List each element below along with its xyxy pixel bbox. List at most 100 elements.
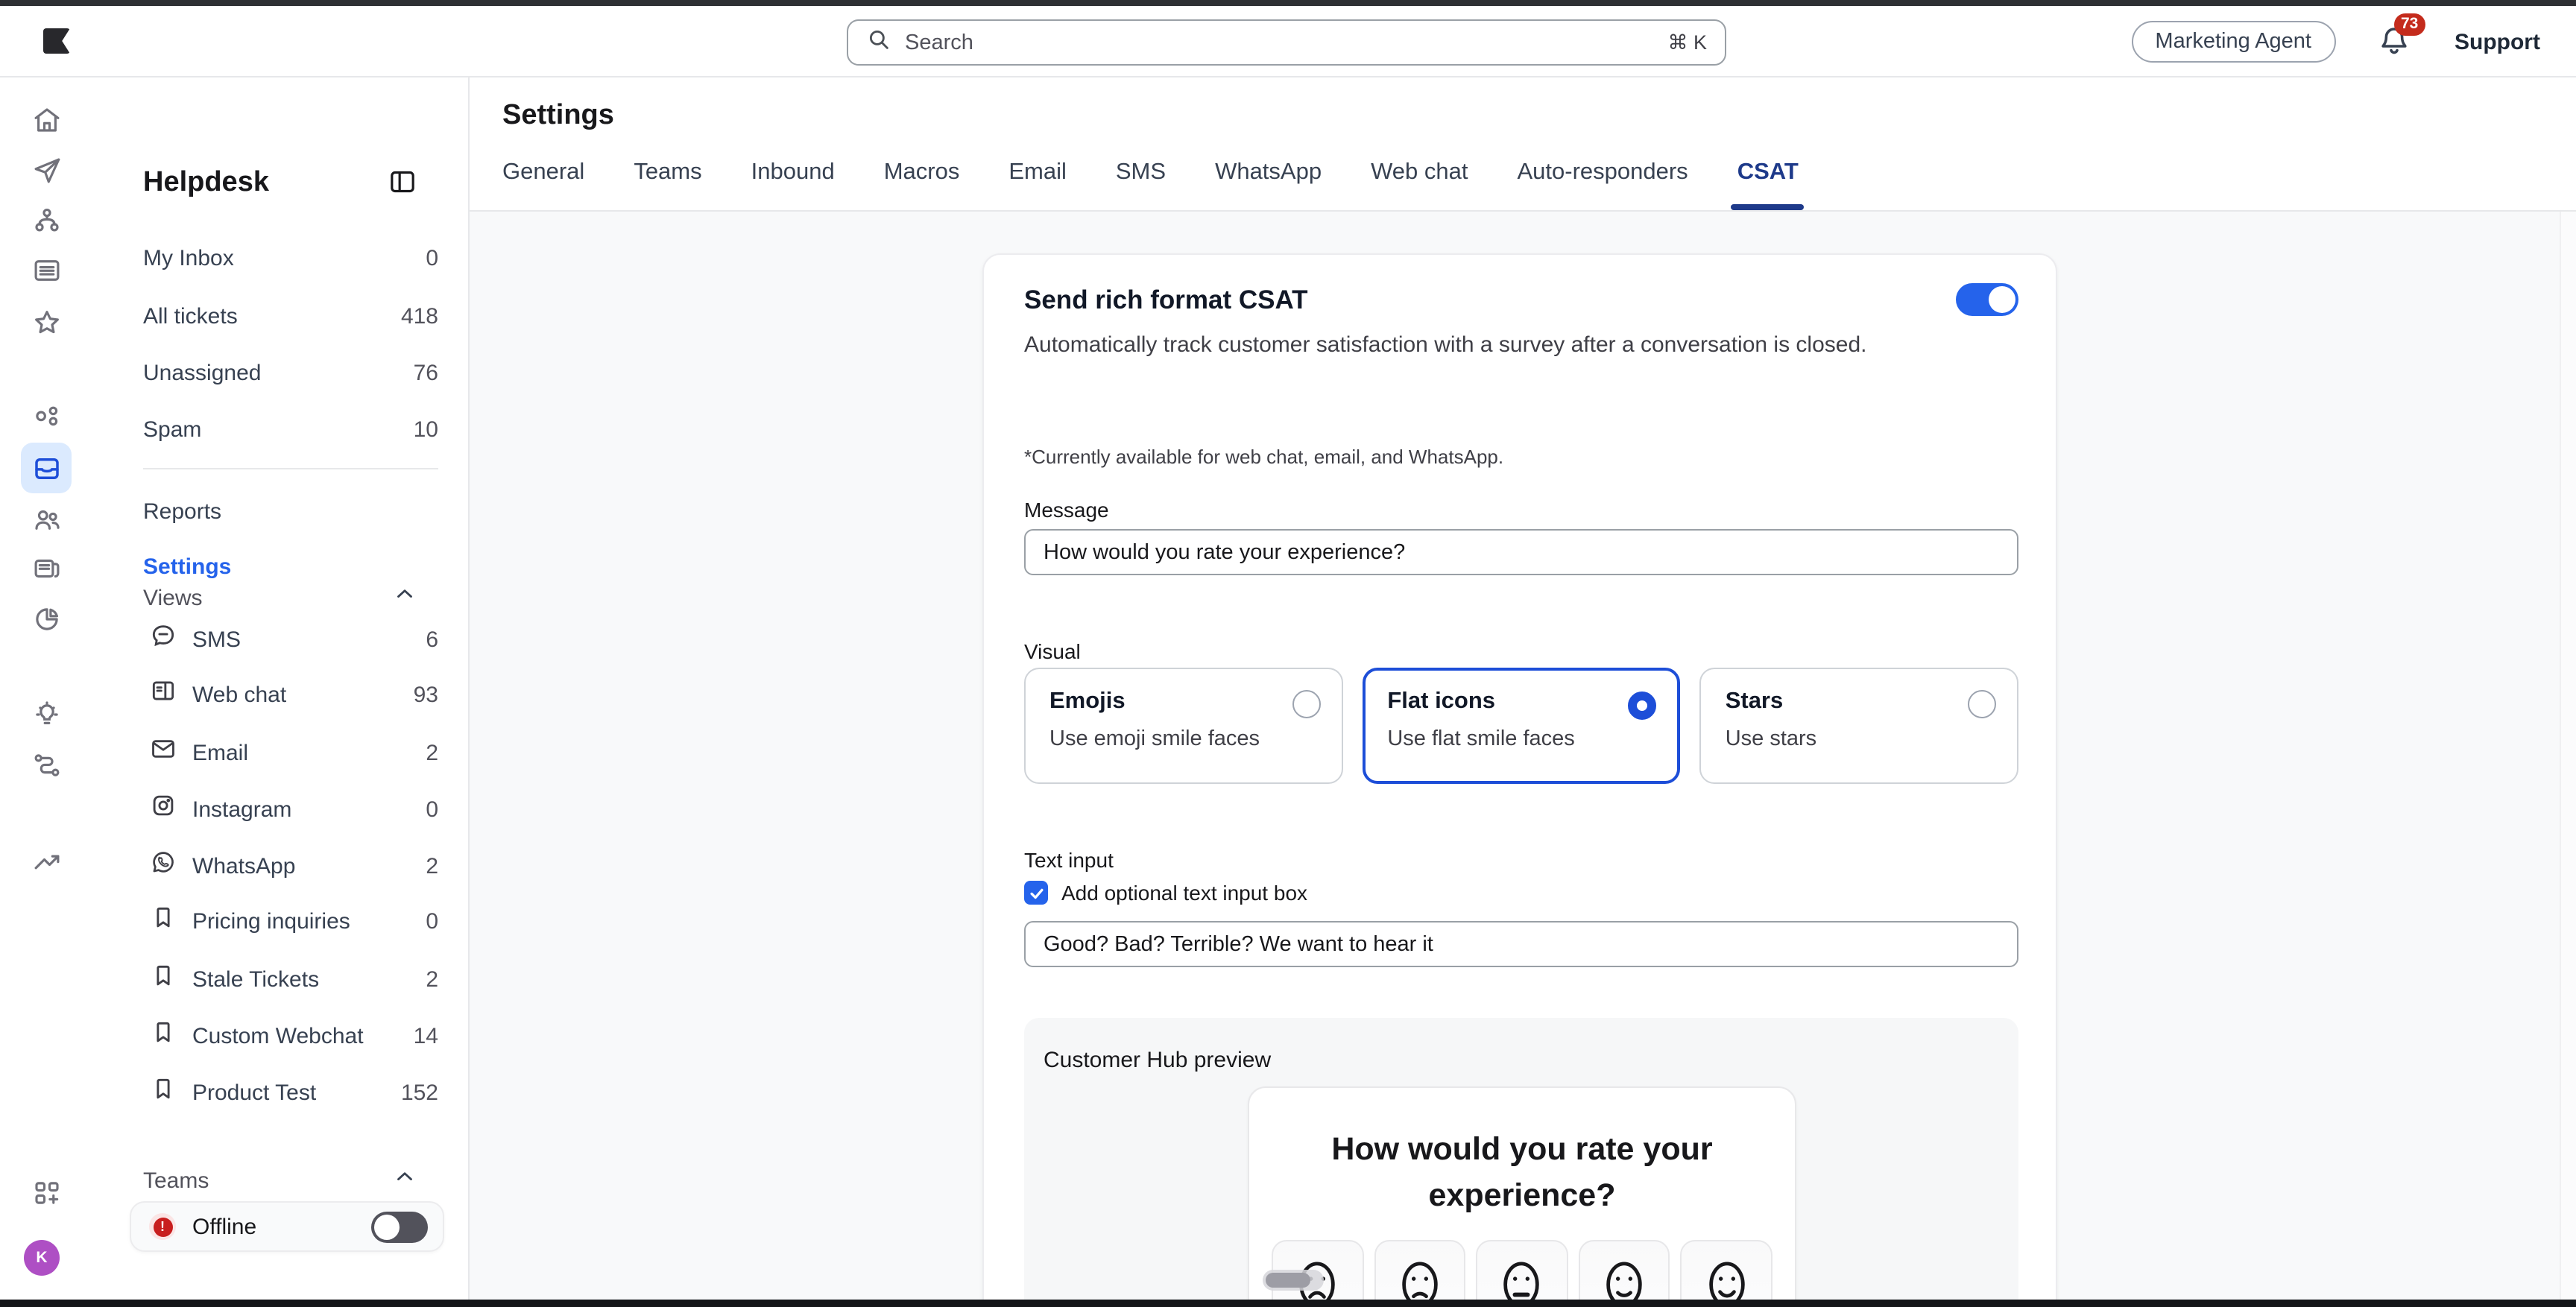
csat-card-title: Send rich format CSAT: [1024, 285, 1308, 316]
chevron-up-icon[interactable]: [392, 1164, 417, 1197]
view-item-whatsapp[interactable]: WhatsApp 2: [149, 844, 438, 888]
tab-macros[interactable]: Macros: [884, 159, 960, 210]
search-input[interactable]: [905, 31, 1654, 54]
newspaper-icon[interactable]: [21, 542, 72, 593]
tab-sms[interactable]: SMS: [1116, 159, 1166, 210]
lightbulb-icon[interactable]: [21, 689, 72, 739]
bookmark-icon: [149, 903, 177, 939]
search-icon: [866, 26, 891, 59]
divider: [143, 468, 438, 469]
instagram-icon: [149, 791, 177, 827]
inbox-icon[interactable]: [21, 443, 72, 493]
window-bottom-strip: [0, 1300, 2576, 1307]
count-badge: 418: [401, 303, 438, 329]
send-icon[interactable]: [21, 145, 72, 195]
tab-whatsapp[interactable]: WhatsApp: [1215, 159, 1322, 210]
tab-auto-responders[interactable]: Auto-responders: [1518, 159, 1688, 210]
settings-tabs: General Teams Inbound Macros Email SMS W…: [502, 159, 1799, 210]
tab-web-chat[interactable]: Web chat: [1371, 159, 1468, 210]
availability-status: Offline: [192, 1214, 355, 1239]
csat-availability-note: *Currently available for web chat, email…: [1024, 446, 1503, 468]
csat-enabled-toggle[interactable]: [1956, 283, 2018, 316]
global-search[interactable]: ⌘ K: [847, 19, 1726, 66]
availability-toggle[interactable]: [371, 1211, 428, 1242]
radio-unchecked-icon[interactable]: [1292, 690, 1320, 718]
face-sad-icon: [1400, 1259, 1440, 1300]
chat-bubble-icon: [149, 621, 177, 657]
count-badge: 76: [414, 360, 438, 385]
face-sad-button[interactable]: [1374, 1240, 1465, 1300]
marketing-agent-button[interactable]: Marketing Agent: [2131, 21, 2335, 63]
window-top-strip: [0, 0, 2576, 6]
view-item-product-test[interactable]: Product Test 152: [149, 1070, 438, 1115]
view-item-custom-webchat[interactable]: Custom Webchat 14: [149, 1013, 438, 1058]
view-item-instagram[interactable]: Instagram 0: [149, 787, 438, 832]
teams-section-header[interactable]: Teams: [143, 1162, 417, 1198]
tab-teams[interactable]: Teams: [634, 159, 701, 210]
option-flat-icons[interactable]: Flat icons Use flat smile faces: [1362, 668, 1680, 784]
hierarchy-icon[interactable]: [21, 195, 72, 246]
route-icon[interactable]: [21, 739, 72, 790]
sidebar-item-spam[interactable]: Spam 10: [143, 407, 438, 452]
chevron-up-icon[interactable]: [392, 581, 417, 614]
view-item-email[interactable]: Email 2: [149, 730, 438, 775]
view-item-stale-tickets[interactable]: Stale Tickets 2: [149, 957, 438, 1001]
face-neutral-button[interactable]: [1476, 1240, 1568, 1300]
optional-text-input[interactable]: [1024, 921, 2018, 967]
home-icon[interactable]: [21, 94, 72, 145]
sidebar-item-unassigned[interactable]: Unassigned 76: [143, 350, 438, 395]
apps-grid-plus-icon[interactable]: [21, 1167, 72, 1218]
availability-card: ! Offline: [130, 1201, 444, 1252]
collapse-sidebar-icon[interactable]: [388, 167, 417, 204]
option-emojis[interactable]: Emojis Use emoji smile faces: [1024, 668, 1342, 784]
view-item-sms[interactable]: SMS 6: [149, 617, 438, 662]
app-logo-icon[interactable]: [43, 28, 70, 54]
whatsapp-icon: [149, 848, 177, 884]
users-icon[interactable]: [21, 493, 72, 544]
view-item-web-chat[interactable]: Web chat 93: [149, 672, 438, 717]
radio-unchecked-icon[interactable]: [1968, 690, 1996, 718]
main-content: Settings General Teams Inbound Macros Em…: [470, 77, 2576, 1300]
visual-label: Visual: [1024, 639, 1081, 663]
csat-settings-panel: Send rich format CSAT Automatically trac…: [470, 212, 2576, 1300]
face-happy-icon: [1604, 1259, 1644, 1300]
trending-up-icon[interactable]: [21, 836, 72, 887]
sidebar-item-all-tickets[interactable]: All tickets 418: [143, 294, 438, 338]
views-section-header[interactable]: Views: [143, 580, 417, 615]
radio-checked-icon[interactable]: [1629, 692, 1657, 720]
sidebar-title: Helpdesk: [143, 167, 269, 200]
tab-general[interactable]: General: [502, 159, 584, 210]
tab-email[interactable]: Email: [1008, 159, 1067, 210]
user-avatar[interactable]: K: [24, 1240, 60, 1276]
bookmark-icon: [149, 961, 177, 997]
message-input[interactable]: [1024, 529, 2018, 575]
vertical-scrollbar-track[interactable]: [2560, 212, 2576, 1300]
notifications-button[interactable]: 73: [2375, 22, 2414, 61]
topbar: ⌘ K Marketing Agent 73 Support: [0, 6, 2576, 77]
helpdesk-sidebar: Helpdesk My Inbox 0 All tickets 418 Unas…: [92, 77, 470, 1300]
share-nodes-icon[interactable]: [21, 392, 72, 443]
checkbox-checked-icon[interactable]: [1024, 881, 1048, 905]
optional-text-checkbox-row[interactable]: Add optional text input box: [1024, 881, 1307, 905]
document-icon[interactable]: [21, 244, 72, 295]
horizontal-scrollbar[interactable]: [1263, 1270, 1324, 1291]
count-badge: 10: [414, 417, 438, 442]
tab-csat[interactable]: CSAT: [1737, 159, 1799, 210]
sidebar-item-my-inbox[interactable]: My Inbox 0: [143, 235, 438, 280]
customer-hub-preview: Customer Hub preview How would you rate …: [1024, 1018, 2018, 1300]
support-link[interactable]: Support: [2455, 29, 2540, 54]
bookmark-icon: [149, 1075, 177, 1110]
bookmark-icon: [149, 1018, 177, 1054]
face-very-happy-button[interactable]: [1681, 1240, 1772, 1300]
option-stars[interactable]: Stars Use stars: [1700, 668, 2018, 784]
tab-inbound[interactable]: Inbound: [751, 159, 835, 210]
settings-header: Settings General Teams Inbound Macros Em…: [470, 77, 2576, 212]
view-item-pricing-inquiries[interactable]: Pricing inquiries 0: [149, 899, 438, 943]
pie-chart-icon[interactable]: [21, 593, 72, 644]
face-happy-button[interactable]: [1579, 1240, 1670, 1300]
envelope-icon: [149, 735, 177, 770]
sidebar-item-reports[interactable]: Reports: [143, 489, 438, 534]
survey-question: How would you rate your experience?: [1313, 1127, 1731, 1218]
star-icon[interactable]: [21, 297, 72, 347]
search-shortcut: ⌘ K: [1667, 31, 1707, 54]
